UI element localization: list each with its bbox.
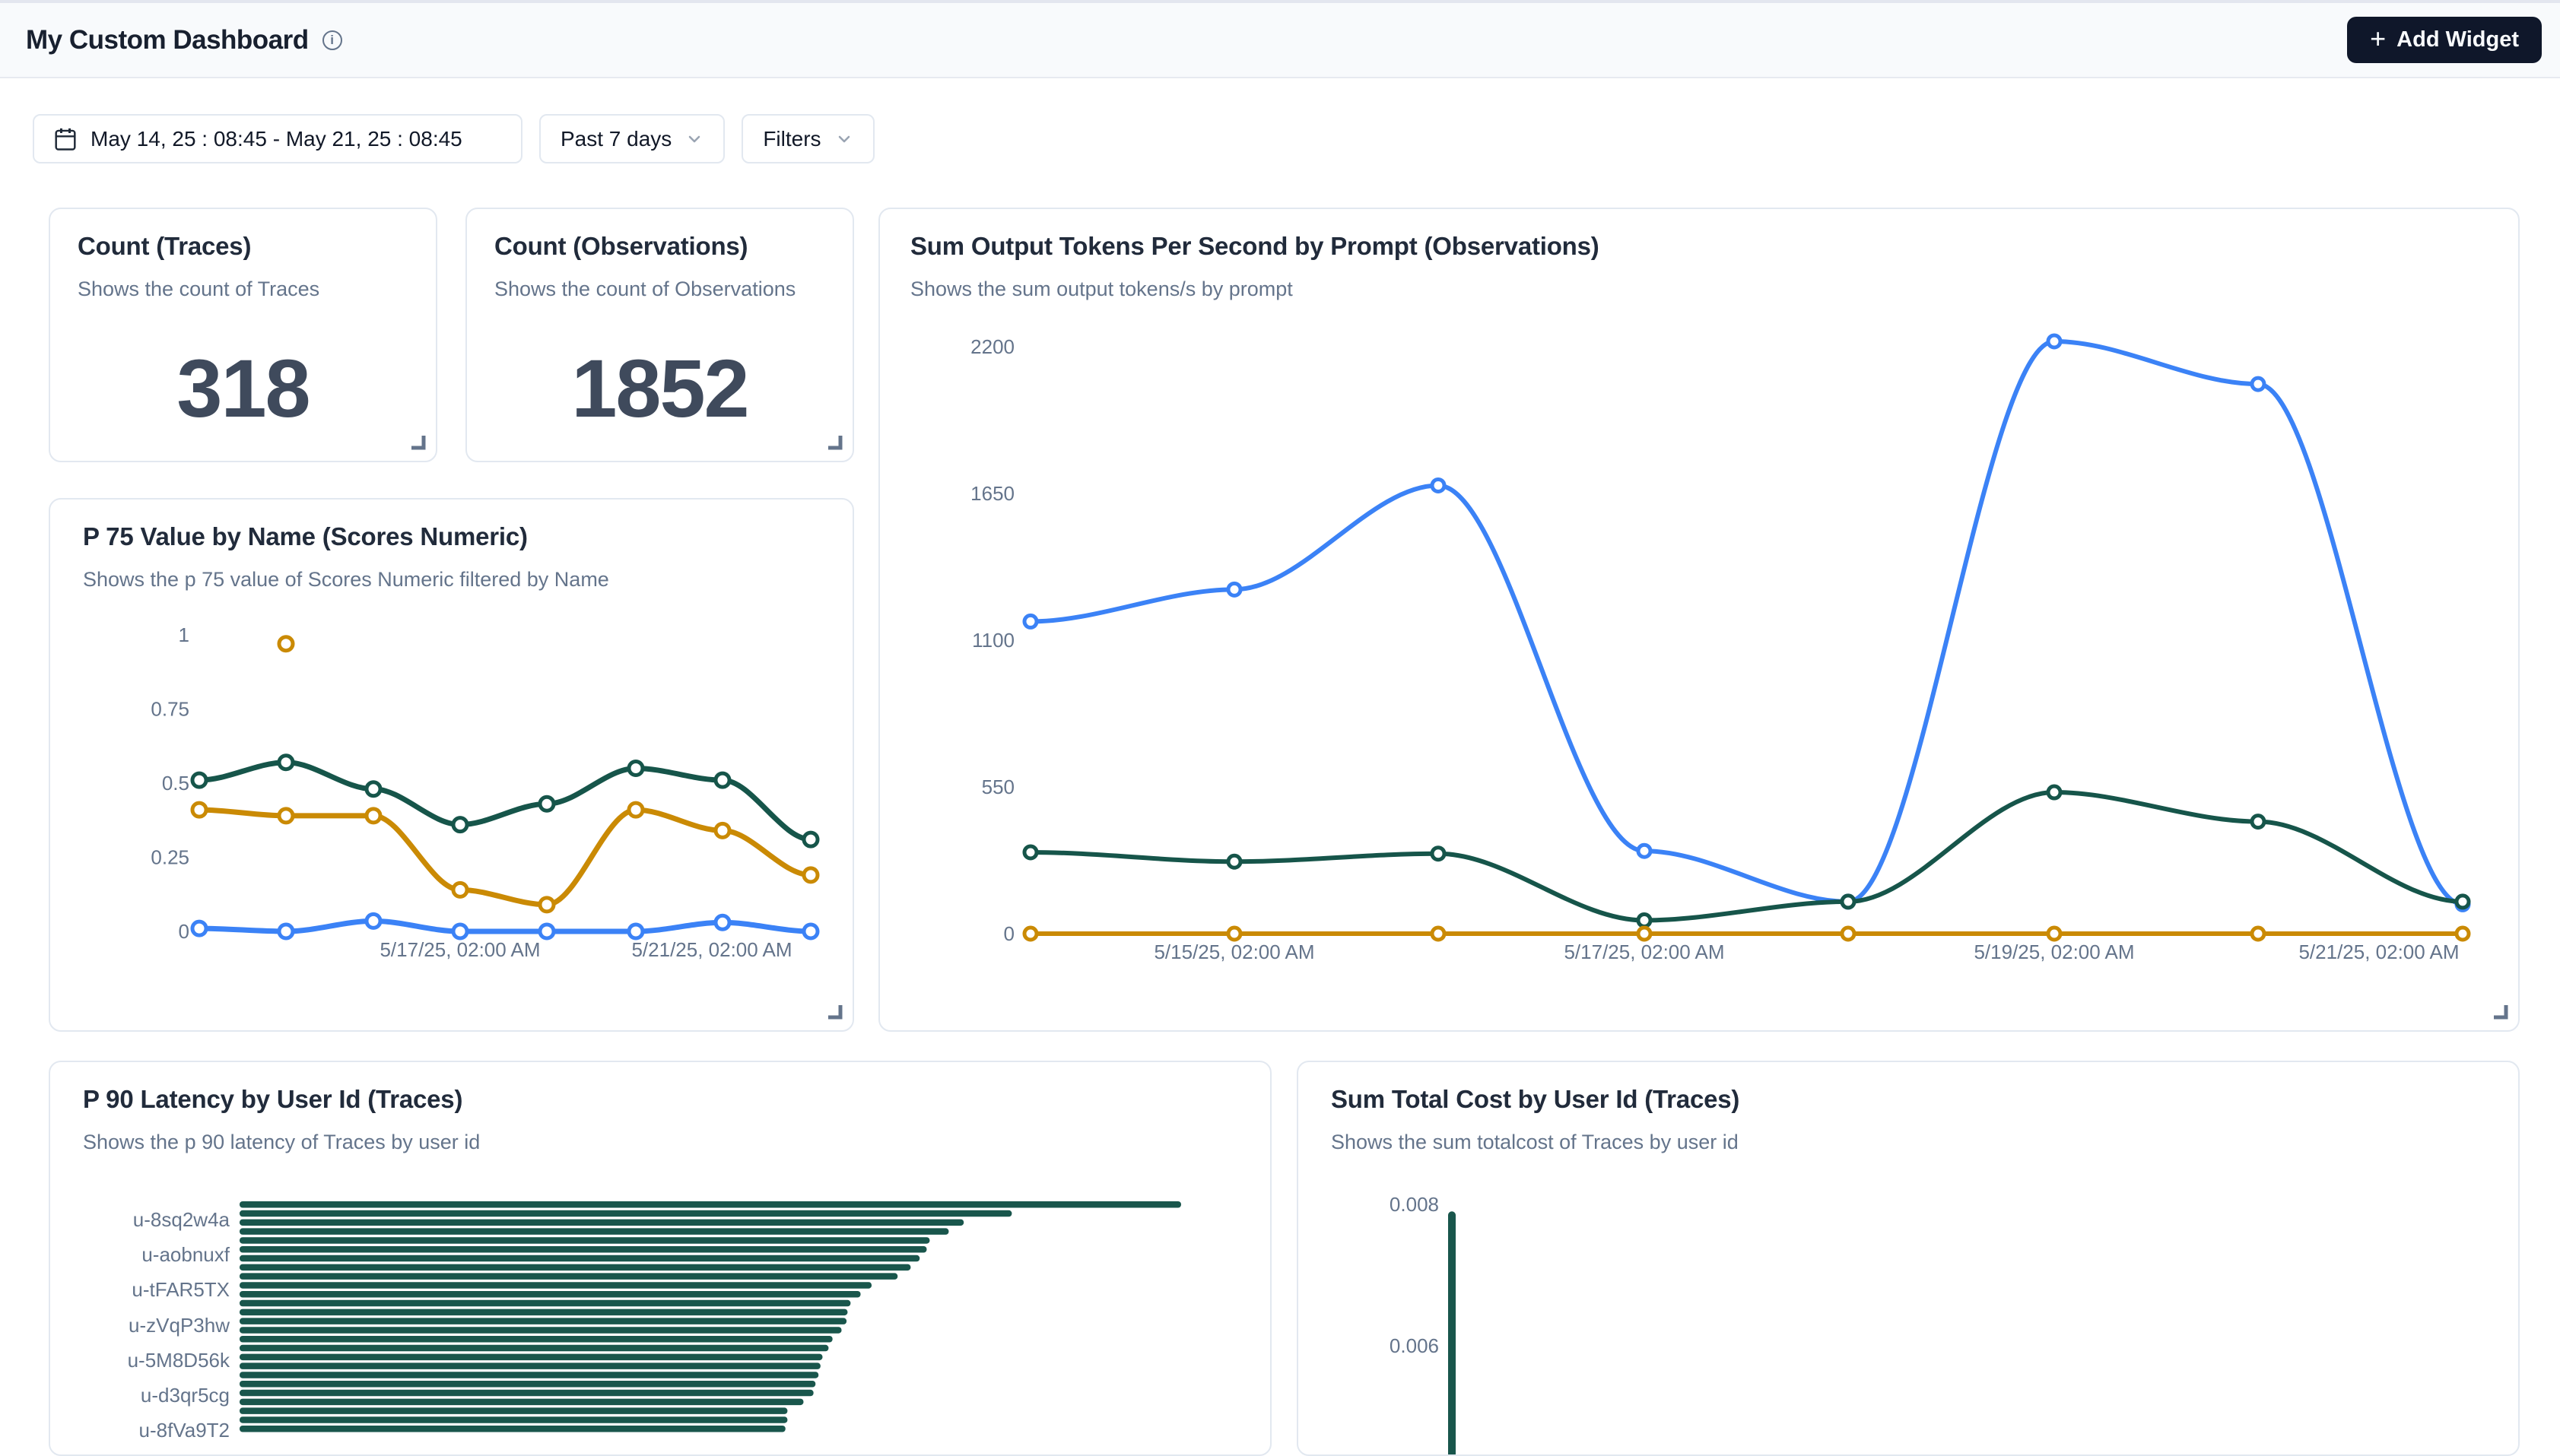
axis-tick-label: u-tFAR5TX: [132, 1278, 230, 1301]
bar: [240, 1362, 821, 1369]
metric-value: 1852: [571, 341, 748, 436]
bar: [240, 1282, 872, 1289]
bar: [240, 1318, 846, 1324]
add-widget-button[interactable]: + Add Widget: [2347, 17, 2542, 63]
axis-tick-label: 1650: [970, 482, 1015, 505]
preset-value: Past 7 days: [561, 127, 672, 151]
series-gold: [192, 803, 818, 912]
bar: [240, 1237, 929, 1244]
axis-tick-label: u-zVqP3hw: [129, 1314, 230, 1337]
bar: [240, 1336, 833, 1343]
bar: [240, 1354, 822, 1361]
axis-tick-label: 1100: [972, 629, 1015, 652]
x-axis-ticks: 5/15/25, 02:00 AM 5/17/25, 02:00 AM 5/19/2…: [1154, 941, 2459, 963]
bar: [240, 1309, 847, 1316]
axis-tick-label: u-8sq2w4a: [133, 1208, 230, 1231]
bar: [240, 1255, 920, 1262]
calendar-icon: [54, 127, 77, 151]
p90-bar-chart-canvas: u-8sq2w4a u-aobnuxf u-tFAR5TX u-zVqP3hw u-5M…: [50, 1062, 1272, 1456]
tokens-line-chart-canvas: 2200 1650 1100 550 0 5/15/25, 02:00 AM 5/17/25…: [880, 209, 2520, 1032]
axis-tick-label: 0.006: [1390, 1334, 1439, 1357]
series-gold-single-point: [279, 637, 293, 651]
bar: [240, 1246, 926, 1253]
bar: [240, 1228, 948, 1235]
header-bar: My Custom Dashboard i + Add Widget: [0, 3, 2560, 78]
axis-tick-label: 2200: [970, 335, 1015, 358]
plus-icon: +: [2370, 25, 2386, 52]
axis-tick-label: 5/21/25, 02:00 AM: [2298, 941, 2459, 963]
series-gold: [1024, 928, 2469, 940]
bar: [240, 1407, 787, 1414]
widget-title: Count (Observations): [494, 232, 853, 261]
axis-tick-label: 0: [1004, 922, 1015, 945]
bars: [240, 1201, 1181, 1432]
widget-total-cost: Sum Total Cost by User Id (Traces) Shows…: [1297, 1061, 2520, 1456]
y-axis-ticks: 1 0.75 0.5 0.25 0: [151, 623, 189, 943]
bar: [240, 1201, 1181, 1208]
bar: [240, 1345, 828, 1352]
filter-toolbar: May 14, 25 : 08:45 - May 21, 25 : 08:45 …: [33, 114, 875, 163]
bars: [1448, 1211, 1456, 1456]
bar: [240, 1291, 861, 1298]
resize-handle-icon[interactable]: [827, 434, 843, 451]
cost-bar-chart-canvas: 0.008 0.006: [1298, 1062, 2520, 1456]
axis-tick-label: u-5M8D56k: [128, 1349, 230, 1372]
bar: [240, 1327, 842, 1334]
series-blue: [192, 914, 818, 938]
widget-p75-score: P 75 Value by Name (Scores Numeric) Show…: [49, 498, 854, 1032]
add-widget-label: Add Widget: [2396, 27, 2519, 52]
bar: [240, 1399, 803, 1406]
axis-tick-label: u-aobnuxf: [141, 1243, 230, 1266]
y-axis-ticks: 0.008 0.006: [1390, 1193, 1439, 1357]
x-axis-ticks: 5/17/25, 02:00 AM 5/21/25, 02:00 AM: [380, 938, 792, 961]
bar: [240, 1416, 787, 1423]
widget-title: Count (Traces): [78, 232, 436, 261]
axis-tick-label: 5/17/25, 02:00 AM: [1564, 941, 1724, 963]
widget-subtitle: Shows the count of Traces: [78, 278, 436, 301]
bar: [240, 1381, 815, 1388]
bar: [240, 1264, 910, 1271]
date-range-value: May 14, 25 : 08:45 - May 21, 25 : 08:45: [91, 127, 462, 151]
bar: [240, 1372, 818, 1378]
bar: [240, 1210, 1012, 1217]
widget-subtitle: Shows the count of Observations: [494, 278, 853, 301]
resize-handle-icon[interactable]: [410, 434, 427, 451]
filters-dropdown[interactable]: Filters: [742, 114, 874, 163]
axis-tick-label: 0.25: [151, 846, 189, 869]
y-axis-labels: u-8sq2w4a u-aobnuxf u-tFAR5TX u-zVqP3hw u-5M…: [128, 1208, 230, 1442]
bar: [240, 1273, 897, 1280]
y-axis-ticks: 2200 1650 1100 550 0: [970, 335, 1015, 945]
widget-p90-latency: P 90 Latency by User Id (Traces) Shows t…: [49, 1061, 1272, 1456]
bar: [240, 1300, 850, 1307]
filters-label: Filters: [763, 127, 821, 151]
axis-tick-label: 0.008: [1390, 1193, 1439, 1216]
page-title: My Custom Dashboard: [26, 25, 309, 56]
preset-dropdown[interactable]: Past 7 days: [539, 114, 725, 163]
bar: [1448, 1211, 1456, 1456]
bar: [240, 1426, 786, 1432]
axis-tick-label: 5/17/25, 02:00 AM: [380, 938, 540, 961]
axis-tick-label: 0.75: [151, 698, 189, 721]
axis-tick-label: 0: [179, 920, 189, 943]
chevron-down-icon: [685, 130, 704, 148]
info-icon[interactable]: i: [322, 30, 342, 50]
chevron-down-icon: [835, 130, 853, 148]
axis-tick-label: 5/21/25, 02:00 AM: [631, 938, 792, 961]
axis-tick-label: 1: [179, 623, 189, 646]
widget-count-observations: Count (Observations) Shows the count of …: [465, 208, 854, 462]
axis-tick-label: 0.5: [162, 772, 189, 795]
axis-tick-label: 550: [982, 776, 1015, 798]
bar: [240, 1220, 964, 1226]
axis-tick-label: u-8fVa9T2: [139, 1419, 230, 1442]
widget-tokens-by-prompt: Sum Output Tokens Per Second by Prompt (…: [878, 208, 2520, 1032]
metric-value: 318: [176, 341, 309, 436]
p75-line-chart-canvas: 1 0.75 0.5 0.25 0 5/17/25, 02:00 AM 5/21/25, 0…: [50, 500, 854, 1032]
widget-count-traces: Count (Traces) Shows the count of Traces…: [49, 208, 437, 462]
axis-tick-label: 5/19/25, 02:00 AM: [1974, 941, 2134, 963]
bar: [240, 1390, 814, 1397]
axis-tick-label: 5/15/25, 02:00 AM: [1154, 941, 1314, 963]
date-range-picker[interactable]: May 14, 25 : 08:45 - May 21, 25 : 08:45: [33, 114, 522, 163]
axis-tick-label: u-d3qr5cg: [141, 1384, 230, 1407]
series-teal: [1024, 786, 2469, 926]
